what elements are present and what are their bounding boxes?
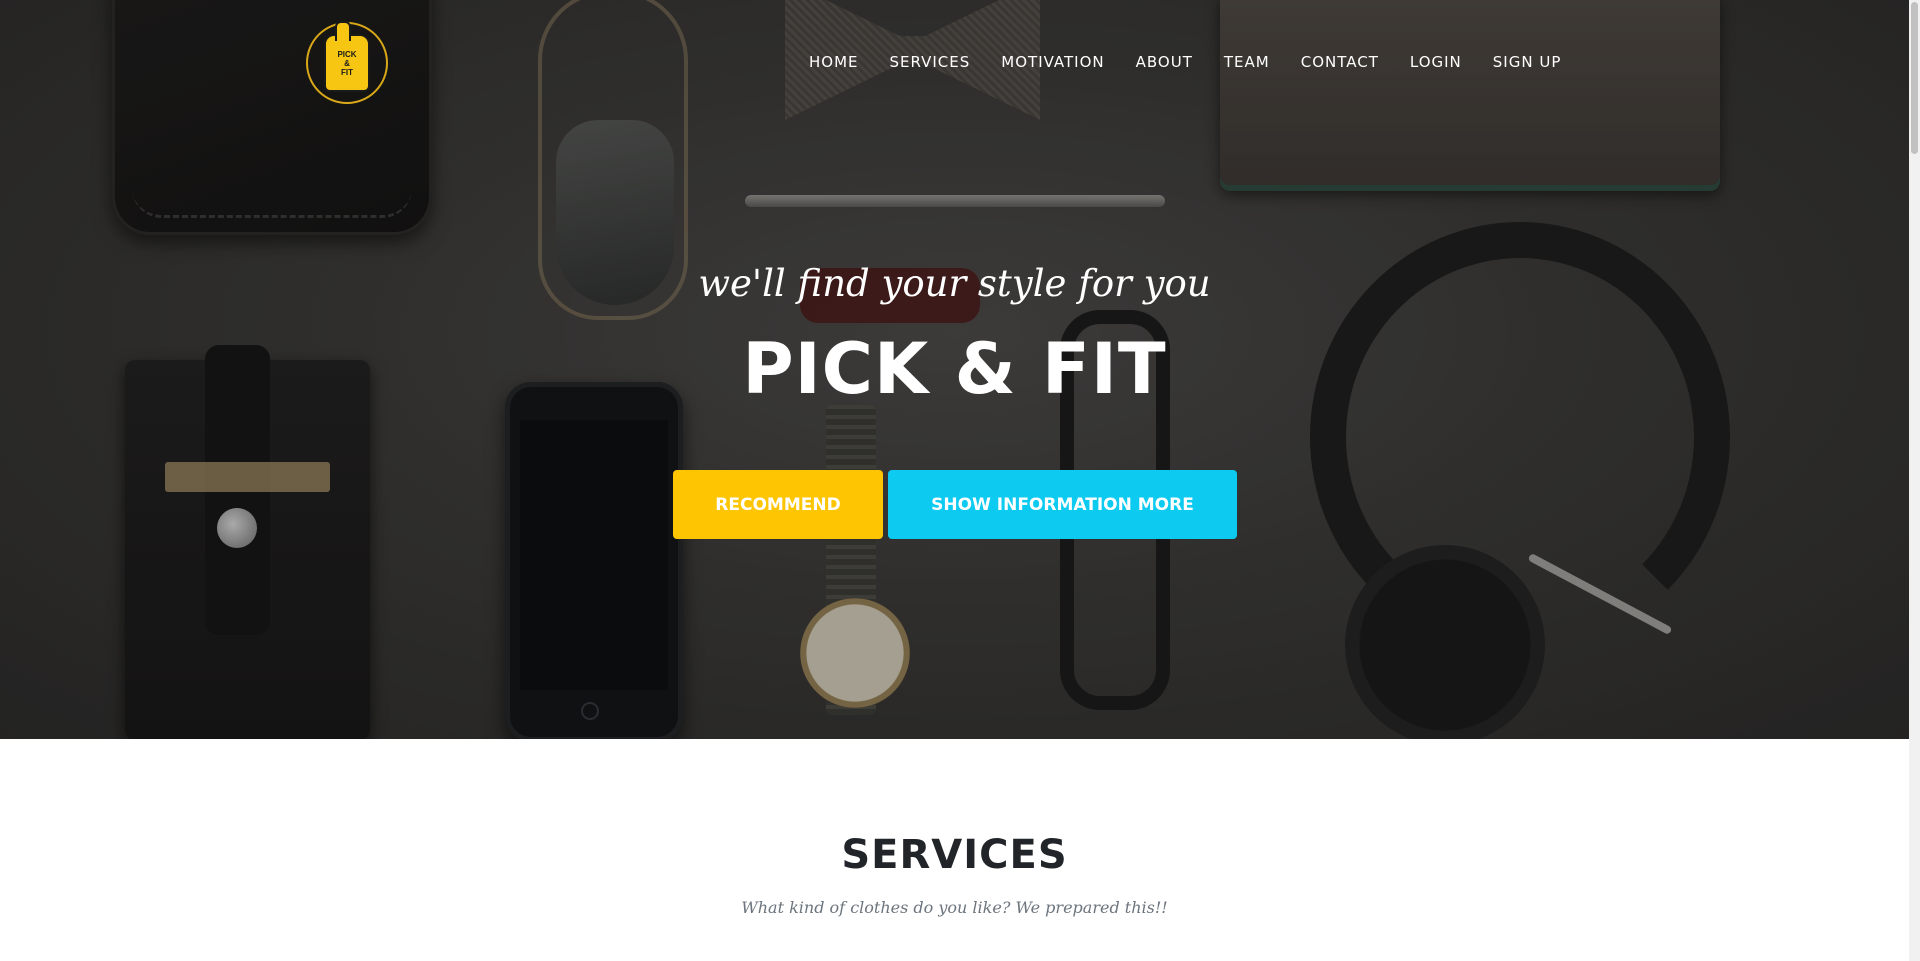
nav-motivation[interactable]: MOTIVATION bbox=[1001, 52, 1104, 72]
services-subtitle: What kind of clothes do you like? We pre… bbox=[741, 898, 1168, 917]
nav-login[interactable]: LOGIN bbox=[1410, 52, 1462, 72]
nav-about[interactable]: ABOUT bbox=[1136, 52, 1193, 72]
show-information-more-button[interactable]: SHOW INFORMATION MORE bbox=[888, 470, 1237, 539]
main-nav: HOME SERVICES MOTIVATION ABOUT TEAM CONT… bbox=[809, 52, 1561, 72]
page-scrollbar[interactable] bbox=[1909, 0, 1920, 961]
logo-text-line: PICK bbox=[337, 49, 357, 59]
page: PICK & FIT HOME SERVICES MOTIVATION ABOU… bbox=[0, 0, 1920, 961]
pointing-hand-icon: PICK & FIT bbox=[324, 21, 370, 92]
nav-home[interactable]: HOME bbox=[809, 52, 859, 72]
hero-title: PICK & FIT bbox=[742, 328, 1167, 410]
nav-team[interactable]: TEAM bbox=[1224, 52, 1270, 72]
hero-section: PICK & FIT HOME SERVICES MOTIVATION ABOU… bbox=[0, 0, 1909, 739]
logo-text-line: & bbox=[344, 58, 350, 68]
nav-contact[interactable]: CONTACT bbox=[1301, 52, 1379, 72]
services-title: SERVICES bbox=[841, 832, 1068, 878]
scrollbar-thumb[interactable] bbox=[1911, 2, 1918, 154]
recommend-button[interactable]: RECOMMEND bbox=[673, 470, 883, 539]
nav-services[interactable]: SERVICES bbox=[890, 52, 971, 72]
logo[interactable]: PICK & FIT bbox=[306, 21, 388, 104]
nav-sign-up[interactable]: SIGN UP bbox=[1493, 52, 1562, 72]
logo-text-line: FIT bbox=[341, 67, 353, 77]
hero-tagline: we'll find your style for you bbox=[698, 262, 1211, 305]
